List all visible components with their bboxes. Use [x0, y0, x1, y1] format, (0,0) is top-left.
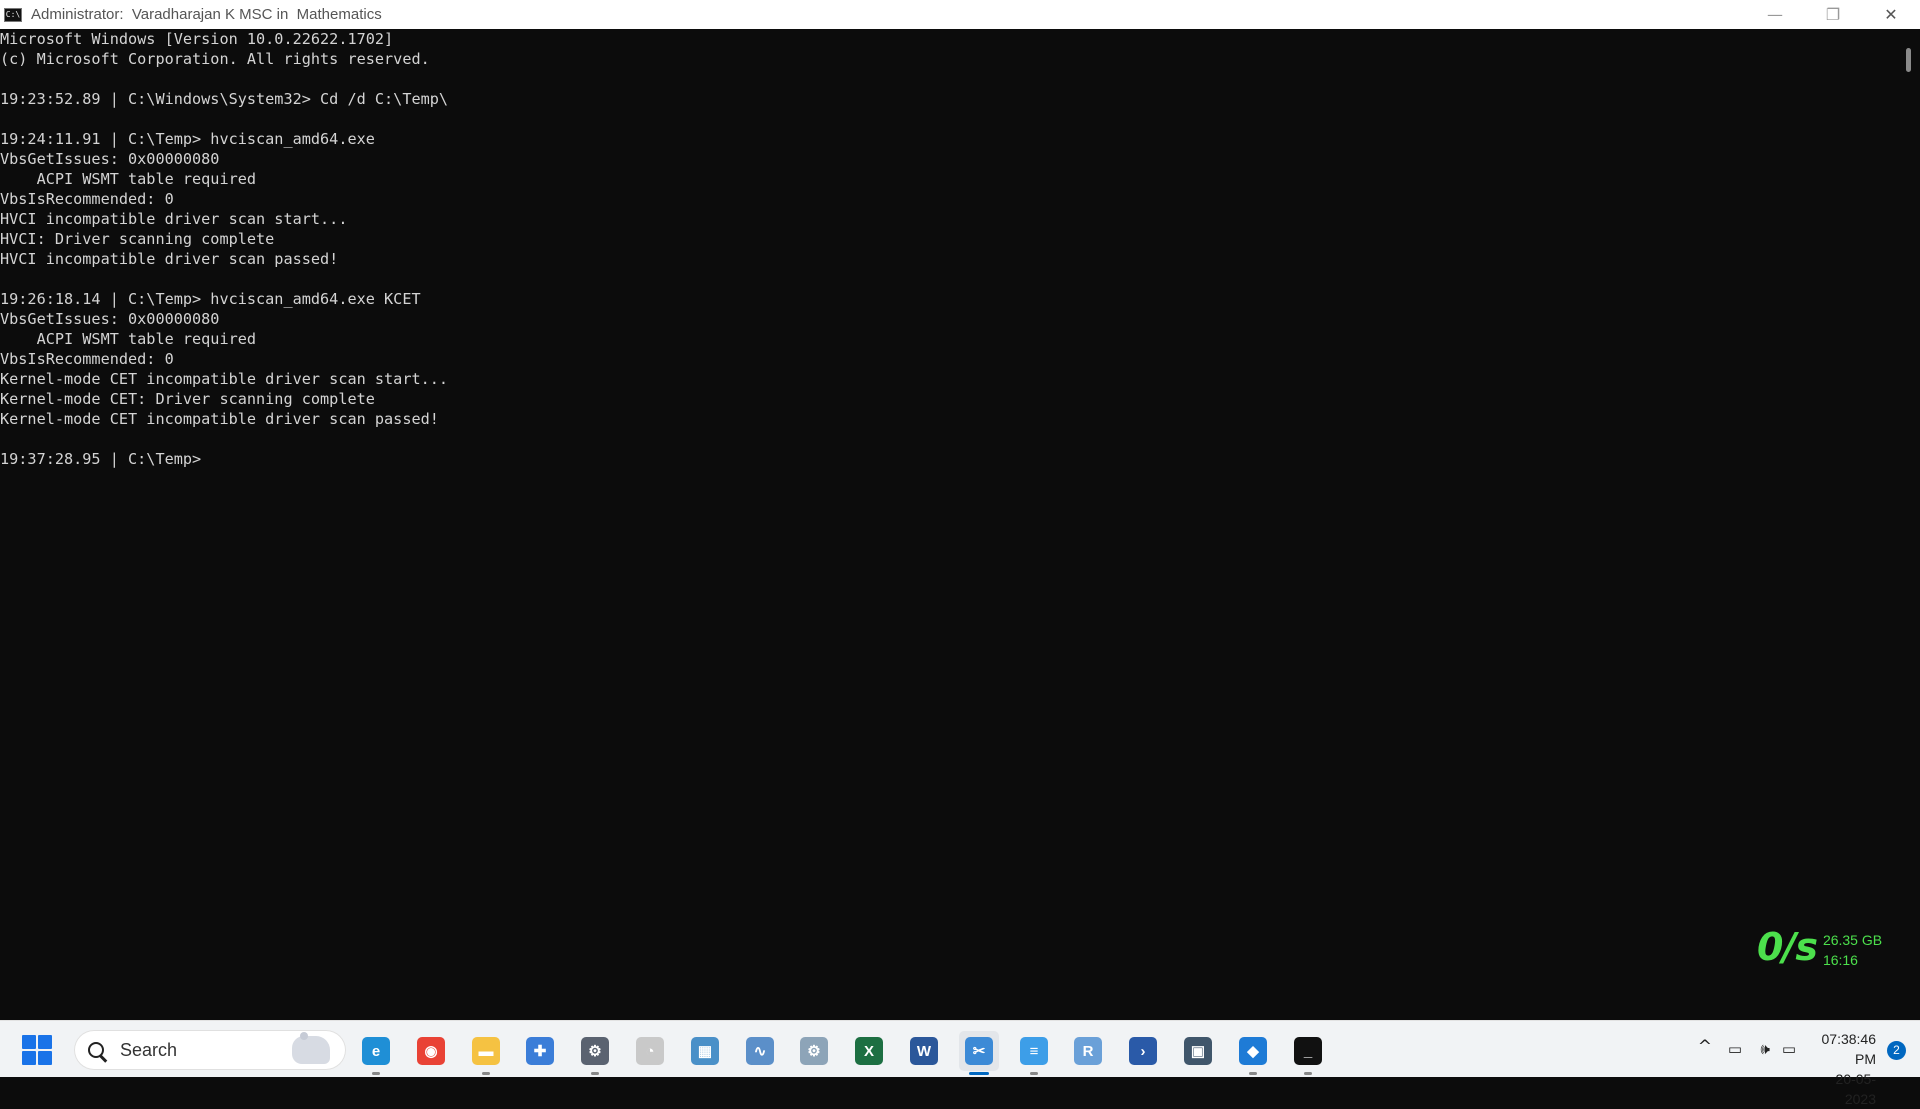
console-line: 19:37:28.95 | C:\Temp> [0, 450, 202, 468]
console-text: Microsoft Windows [Version 10.0.22622.17… [0, 29, 1898, 469]
taskbar-app-defender[interactable]: ◆ [1233, 1031, 1273, 1075]
console-line: VbsGetIssues: 0x00000080 [0, 310, 220, 328]
taskbar-app-services[interactable]: ⚙ [794, 1031, 834, 1071]
windows-logo-pane [38, 1035, 52, 1049]
console-line: VbsGetIssues: 0x00000080 [0, 150, 220, 168]
taskbar: Search e ◉ ▬ ✚ ⚙ ◔ ▦ ∿ ⚙ X W ✂ ≡ R › ▣ ◆ _ ^ ▭ 🕪 ▭ 07:38:… [0, 1020, 1920, 1107]
console-line: 19:23:52.89 | C:\Windows\System32> Cd /d… [0, 90, 449, 108]
network-total: 26.35 GB [1822, 932, 1883, 948]
running-indicator [969, 1072, 989, 1075]
window-controls: — ❐ ✕ [1746, 0, 1920, 29]
console-output-area[interactable]: Microsoft Windows [Version 10.0.22622.17… [0, 29, 1898, 1020]
taskbar-app-resource-monitor[interactable]: ∿ [740, 1031, 780, 1071]
running-indicator [1304, 1072, 1312, 1075]
start-button[interactable] [22, 1035, 52, 1065]
console-line: VbsIsRecommended: 0 [0, 190, 174, 208]
taskbar-search-box[interactable]: Search [74, 1030, 346, 1070]
console-line: 19:24:11.91 | C:\Temp> hvciscan_amd64.ex… [0, 130, 375, 148]
settings-icon: ⚙ [581, 1037, 609, 1065]
resource-monitor-icon: ∿ [746, 1037, 774, 1065]
console-line: HVCI incompatible driver scan passed! [0, 250, 339, 268]
excel-icon: X [855, 1037, 883, 1065]
running-indicator [591, 1072, 599, 1075]
restore-button[interactable]: ❐ [1804, 0, 1862, 29]
clock-time: 07:38:46 PM [1821, 1031, 1877, 1067]
search-label: Search [120, 1039, 178, 1060]
windows-logo-pane [22, 1051, 36, 1065]
taskbar-clock[interactable]: 07:38:46 PM 20-05-2023 [1822, 1029, 1877, 1109]
taskbar-app-powershell[interactable]: › [1123, 1031, 1163, 1071]
taskbar-app-excel[interactable]: X [849, 1031, 889, 1071]
search-icon [88, 1042, 104, 1058]
console-line: ACPI WSMT table required [0, 330, 257, 348]
console-line: HVCI incompatible driver scan start... [0, 210, 348, 228]
chrome-icon: ◉ [417, 1037, 445, 1065]
console-line: (c) Microsoft Corporation. All rights re… [0, 50, 430, 68]
taskbar-app-rename-tool[interactable]: R [1068, 1031, 1108, 1071]
search-highlight-illustration-icon [292, 1032, 330, 1064]
console-line: Kernel-mode CET: Driver scanning complet… [0, 390, 375, 408]
notification-count-badge[interactable]: 2 [1887, 1041, 1906, 1060]
taskbar-app-edge[interactable]: e [356, 1031, 396, 1075]
snipping-tool-icon: ✂ [965, 1037, 993, 1065]
title-bar: C:\ Administrator: Varadharajan K MSC in… [0, 0, 1920, 29]
command-prompt-icon: _ [1294, 1037, 1322, 1065]
rename-tool-icon: R [1074, 1037, 1102, 1065]
taskbar-app-command-prompt[interactable]: _ [1288, 1031, 1328, 1075]
vertical-scrollbar[interactable] [1898, 29, 1920, 1020]
battery-icon[interactable]: ▭ [1782, 1039, 1796, 1059]
network-icon[interactable]: ▭ [1728, 1039, 1742, 1059]
network-time: 16:16 [1822, 952, 1858, 968]
minimize-button[interactable]: — [1746, 0, 1804, 29]
file-explorer-icon: ▬ [472, 1037, 500, 1065]
network-meter-widget: 0/s 26.35 GB 16:16 [1757, 926, 1882, 970]
running-indicator [1249, 1072, 1257, 1075]
console-line: ACPI WSMT table required [0, 170, 257, 188]
console-line: Microsoft Windows [Version 10.0.22622.17… [0, 30, 394, 48]
taskbar-app-settings[interactable]: ⚙ [575, 1031, 615, 1075]
puzzle-app-icon: ✚ [526, 1037, 554, 1065]
taskbar-app-control-panel[interactable]: ▦ [685, 1031, 725, 1071]
remote-desktop-icon: ▣ [1184, 1037, 1212, 1065]
edge-icon: e [362, 1037, 390, 1065]
command-prompt-window-icon[interactable]: C:\ [4, 7, 22, 22]
network-meter-details: 26.35 GB 16:16 [1823, 930, 1882, 970]
defender-icon: ◆ [1239, 1037, 1267, 1065]
console-line: 19:26:18.14 | C:\Temp> hvciscan_amd64.ex… [0, 290, 421, 308]
taskbar-app-disk-usage[interactable]: ◔ [630, 1031, 670, 1071]
console-line: Kernel-mode CET incompatible driver scan… [0, 370, 449, 388]
taskbar-app-puzzle-app[interactable]: ✚ [520, 1031, 560, 1071]
clock-date: 20-05-2023 [1835, 1071, 1876, 1107]
close-button[interactable]: ✕ [1862, 0, 1920, 29]
taskbar-app-word[interactable]: W [904, 1031, 944, 1071]
taskbar-app-snipping-tool[interactable]: ✂ [959, 1031, 999, 1075]
console-line: Kernel-mode CET incompatible driver scan… [0, 410, 439, 428]
running-indicator [372, 1072, 380, 1075]
notepad-icon: ≡ [1020, 1037, 1048, 1065]
window-title: Administrator: Varadharajan K MSC in Mat… [31, 6, 382, 23]
powershell-icon: › [1129, 1037, 1157, 1065]
taskbar-app-file-explorer[interactable]: ▬ [466, 1031, 506, 1075]
scrollbar-thumb[interactable] [1906, 48, 1911, 72]
console-line: VbsIsRecommended: 0 [0, 350, 174, 368]
running-indicator [1030, 1072, 1038, 1075]
windows-logo-icon [22, 1035, 36, 1049]
taskbar-app-chrome[interactable]: ◉ [411, 1031, 451, 1071]
word-icon: W [910, 1037, 938, 1065]
running-indicator [482, 1072, 490, 1075]
windows-logo-pane [38, 1051, 52, 1065]
console-line: HVCI: Driver scanning complete [0, 230, 275, 248]
show-hidden-icons-chevron-icon[interactable]: ^ [1698, 1037, 1712, 1057]
taskbar-app-notepad[interactable]: ≡ [1014, 1031, 1054, 1075]
network-rate: 0/s [1757, 925, 1818, 969]
disk-usage-icon: ◔ [636, 1037, 664, 1065]
services-icon: ⚙ [800, 1037, 828, 1065]
taskbar-app-remote-desktop[interactable]: ▣ [1178, 1031, 1218, 1071]
control-panel-icon: ▦ [691, 1037, 719, 1065]
volume-icon[interactable]: 🕪 [1761, 1039, 1770, 1059]
